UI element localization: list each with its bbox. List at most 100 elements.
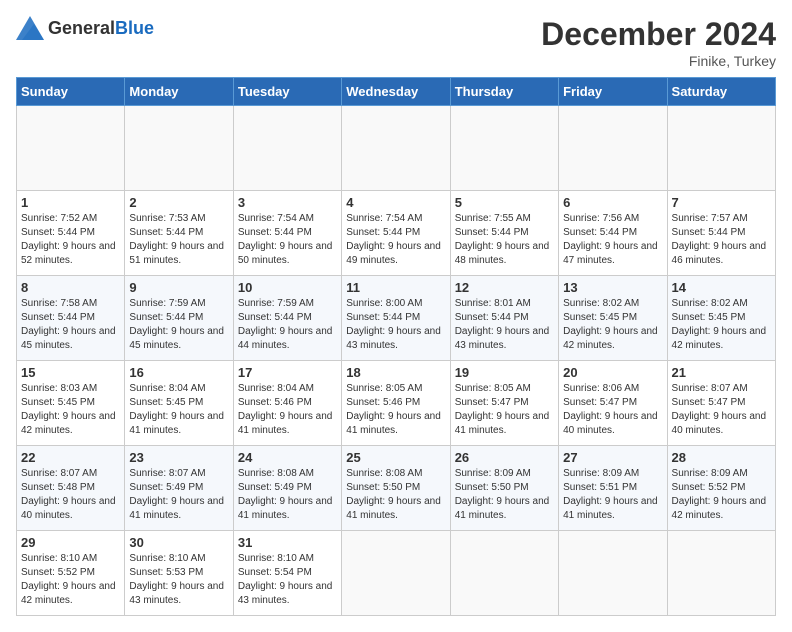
logo-icon bbox=[16, 16, 44, 40]
day-number: 2 bbox=[129, 195, 228, 210]
day-number: 13 bbox=[563, 280, 662, 295]
day-detail: Sunrise: 7:55 AMSunset: 5:44 PMDaylight:… bbox=[455, 212, 554, 268]
day-number: 7 bbox=[672, 195, 771, 210]
calendar-cell bbox=[342, 106, 450, 191]
week-row-0 bbox=[17, 106, 776, 191]
week-row-3: 15Sunrise: 8:03 AMSunset: 5:45 PMDayligh… bbox=[17, 361, 776, 446]
day-number: 4 bbox=[346, 195, 445, 210]
calendar-cell bbox=[233, 106, 341, 191]
calendar-cell: 28 Sunrise: 8:09 AMSunset: 5:52 PMDayligh… bbox=[667, 446, 775, 531]
calendar-cell: 18 Sunrise: 8:05 AMSunset: 5:46 PMDayligh… bbox=[342, 361, 450, 446]
day-detail: Sunrise: 7:59 AMSunset: 5:44 PMDaylight:… bbox=[129, 297, 228, 353]
day-number: 19 bbox=[455, 365, 554, 380]
day-detail: Sunrise: 8:09 AMSunset: 5:52 PMDaylight:… bbox=[672, 467, 771, 523]
calendar-cell bbox=[667, 531, 775, 616]
day-detail: Sunrise: 8:08 AMSunset: 5:49 PMDaylight:… bbox=[238, 467, 337, 523]
day-number: 29 bbox=[21, 535, 120, 550]
title-area: December 2024 Finike, Turkey bbox=[541, 16, 776, 69]
calendar-cell: 6 Sunrise: 7:56 AMSunset: 5:44 PMDaylight… bbox=[559, 191, 667, 276]
calendar-cell: 9Sunrise: 7:59 AMSunset: 5:44 PMDaylight… bbox=[125, 276, 233, 361]
day-detail: Sunrise: 8:05 AMSunset: 5:46 PMDaylight:… bbox=[346, 382, 445, 438]
day-detail: Sunrise: 8:03 AMSunset: 5:45 PMDaylight:… bbox=[21, 382, 120, 438]
calendar-cell: 25 Sunrise: 8:08 AMSunset: 5:50 PMDayligh… bbox=[342, 446, 450, 531]
day-detail: Sunrise: 7:52 AMSunset: 5:44 PMDaylight:… bbox=[21, 212, 120, 268]
day-number: 20 bbox=[563, 365, 662, 380]
day-number: 30 bbox=[129, 535, 228, 550]
calendar-cell: 4Sunrise: 7:54 AMSunset: 5:44 PMDaylight… bbox=[342, 191, 450, 276]
calendar-cell: 14 Sunrise: 8:02 AMSunset: 5:45 PMDayligh… bbox=[667, 276, 775, 361]
day-detail: Sunrise: 8:07 AMSunset: 5:48 PMDaylight:… bbox=[21, 467, 120, 523]
day-number: 26 bbox=[455, 450, 554, 465]
col-wednesday: Wednesday bbox=[342, 78, 450, 106]
day-detail: Sunrise: 8:04 AMSunset: 5:45 PMDaylight:… bbox=[129, 382, 228, 438]
calendar-cell: 22Sunrise: 8:07 AMSunset: 5:48 PMDayligh… bbox=[17, 446, 125, 531]
calendar-cell: 30 Sunrise: 8:10 AMSunset: 5:53 PMDayligh… bbox=[125, 531, 233, 616]
calendar-cell: 24 Sunrise: 8:08 AMSunset: 5:49 PMDayligh… bbox=[233, 446, 341, 531]
calendar-cell bbox=[450, 106, 558, 191]
day-detail: Sunrise: 8:10 AMSunset: 5:52 PMDaylight:… bbox=[21, 552, 120, 608]
calendar-cell: 20 Sunrise: 8:06 AMSunset: 5:47 PMDayligh… bbox=[559, 361, 667, 446]
day-number: 25 bbox=[346, 450, 445, 465]
week-row-5: 29 Sunrise: 8:10 AMSunset: 5:52 PMDayligh… bbox=[17, 531, 776, 616]
day-number: 8 bbox=[21, 280, 120, 295]
calendar-cell: 15Sunrise: 8:03 AMSunset: 5:45 PMDayligh… bbox=[17, 361, 125, 446]
header-row: SundayMondayTuesdayWednesdayThursdayFrid… bbox=[17, 78, 776, 106]
calendar-cell bbox=[559, 106, 667, 191]
calendar-table: SundayMondayTuesdayWednesdayThursdayFrid… bbox=[16, 77, 776, 616]
day-detail: Sunrise: 8:09 AMSunset: 5:51 PMDaylight:… bbox=[563, 467, 662, 523]
day-number: 14 bbox=[672, 280, 771, 295]
calendar-cell: 21Sunrise: 8:07 AMSunset: 5:47 PMDayligh… bbox=[667, 361, 775, 446]
week-row-1: 1 Sunrise: 7:52 AMSunset: 5:44 PMDaylight… bbox=[17, 191, 776, 276]
day-detail: Sunrise: 8:02 AMSunset: 5:45 PMDaylight:… bbox=[563, 297, 662, 353]
calendar-cell: 11Sunrise: 8:00 AMSunset: 5:44 PMDayligh… bbox=[342, 276, 450, 361]
day-number: 1 bbox=[21, 195, 120, 210]
day-number: 23 bbox=[129, 450, 228, 465]
calendar-cell: 29 Sunrise: 8:10 AMSunset: 5:52 PMDayligh… bbox=[17, 531, 125, 616]
day-number: 18 bbox=[346, 365, 445, 380]
day-number: 5 bbox=[455, 195, 554, 210]
day-detail: Sunrise: 8:04 AMSunset: 5:46 PMDaylight:… bbox=[238, 382, 337, 438]
day-detail: Sunrise: 8:10 AMSunset: 5:53 PMDaylight:… bbox=[129, 552, 228, 608]
calendar-cell: 13 Sunrise: 8:02 AMSunset: 5:45 PMDayligh… bbox=[559, 276, 667, 361]
day-detail: Sunrise: 8:05 AMSunset: 5:47 PMDaylight:… bbox=[455, 382, 554, 438]
calendar-cell: 26 Sunrise: 8:09 AMSunset: 5:50 PMDayligh… bbox=[450, 446, 558, 531]
col-thursday: Thursday bbox=[450, 78, 558, 106]
calendar-cell: 17 Sunrise: 8:04 AMSunset: 5:46 PMDayligh… bbox=[233, 361, 341, 446]
day-detail: Sunrise: 7:59 AMSunset: 5:44 PMDaylight:… bbox=[238, 297, 337, 353]
calendar-cell: 8Sunrise: 7:58 AMSunset: 5:44 PMDaylight… bbox=[17, 276, 125, 361]
day-number: 27 bbox=[563, 450, 662, 465]
calendar-cell bbox=[17, 106, 125, 191]
day-detail: Sunrise: 8:08 AMSunset: 5:50 PMDaylight:… bbox=[346, 467, 445, 523]
header: GeneralBlue December 2024 Finike, Turkey bbox=[16, 16, 776, 69]
day-detail: Sunrise: 8:09 AMSunset: 5:50 PMDaylight:… bbox=[455, 467, 554, 523]
calendar-cell: 23 Sunrise: 8:07 AMSunset: 5:49 PMDayligh… bbox=[125, 446, 233, 531]
calendar-cell: 19 Sunrise: 8:05 AMSunset: 5:47 PMDayligh… bbox=[450, 361, 558, 446]
day-number: 10 bbox=[238, 280, 337, 295]
day-detail: Sunrise: 8:07 AMSunset: 5:49 PMDaylight:… bbox=[129, 467, 228, 523]
col-sunday: Sunday bbox=[17, 78, 125, 106]
day-detail: Sunrise: 8:02 AMSunset: 5:45 PMDaylight:… bbox=[672, 297, 771, 353]
calendar-cell: 3Sunrise: 7:54 AMSunset: 5:44 PMDaylight… bbox=[233, 191, 341, 276]
calendar-cell: 1 Sunrise: 7:52 AMSunset: 5:44 PMDaylight… bbox=[17, 191, 125, 276]
day-detail: Sunrise: 7:57 AMSunset: 5:44 PMDaylight:… bbox=[672, 212, 771, 268]
col-friday: Friday bbox=[559, 78, 667, 106]
calendar-cell bbox=[559, 531, 667, 616]
calendar-cell: 31Sunrise: 8:10 AMSunset: 5:54 PMDayligh… bbox=[233, 531, 341, 616]
week-row-4: 22Sunrise: 8:07 AMSunset: 5:48 PMDayligh… bbox=[17, 446, 776, 531]
calendar-cell: 16Sunrise: 8:04 AMSunset: 5:45 PMDayligh… bbox=[125, 361, 233, 446]
month-title: December 2024 bbox=[541, 16, 776, 53]
day-number: 24 bbox=[238, 450, 337, 465]
day-number: 6 bbox=[563, 195, 662, 210]
week-row-2: 8Sunrise: 7:58 AMSunset: 5:44 PMDaylight… bbox=[17, 276, 776, 361]
day-detail: Sunrise: 8:06 AMSunset: 5:47 PMDaylight:… bbox=[563, 382, 662, 438]
calendar-cell: 12Sunrise: 8:01 AMSunset: 5:44 PMDayligh… bbox=[450, 276, 558, 361]
day-detail: Sunrise: 8:10 AMSunset: 5:54 PMDaylight:… bbox=[238, 552, 337, 608]
day-number: 17 bbox=[238, 365, 337, 380]
day-detail: Sunrise: 7:56 AMSunset: 5:44 PMDaylight:… bbox=[563, 212, 662, 268]
calendar-cell bbox=[342, 531, 450, 616]
calendar-cell bbox=[450, 531, 558, 616]
day-detail: Sunrise: 8:07 AMSunset: 5:47 PMDaylight:… bbox=[672, 382, 771, 438]
day-number: 28 bbox=[672, 450, 771, 465]
day-detail: Sunrise: 8:00 AMSunset: 5:44 PMDaylight:… bbox=[346, 297, 445, 353]
calendar-cell: 27 Sunrise: 8:09 AMSunset: 5:51 PMDayligh… bbox=[559, 446, 667, 531]
